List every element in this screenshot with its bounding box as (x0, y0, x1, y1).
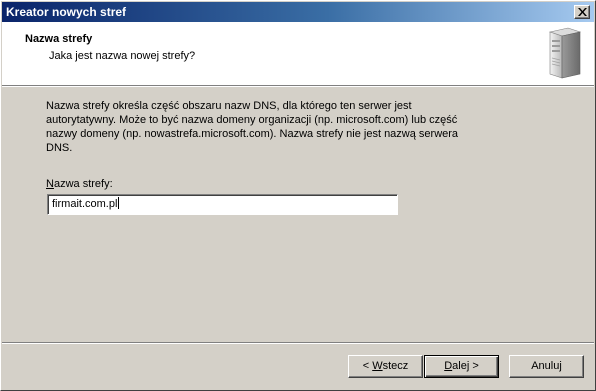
description-line: autorytatywny. Może to być nazwa domeny … (46, 114, 458, 126)
cancel-button[interactable]: Anuluj (509, 355, 584, 378)
back-prefix: < (362, 360, 373, 372)
description-line: nazwy domeny (np. nowastrefa.microsoft.c… (46, 128, 459, 140)
back-label: stecz (382, 360, 409, 372)
next-label: alej > (452, 360, 479, 372)
close-icon (578, 8, 587, 16)
server-tower-icon (548, 27, 582, 79)
footer-divider (2, 342, 594, 344)
back-accelerator: W (372, 360, 383, 372)
description-line: Nazwa strefy określa część obszaru nazw … (46, 100, 412, 112)
page-subtitle: Jaka jest nazwa nowej strefy? (49, 50, 196, 62)
wizard-header: Nazwa strefy Jaka jest nazwa nowej stref… (2, 22, 594, 85)
close-button[interactable] (574, 5, 590, 19)
zone-label-accelerator: N (46, 178, 54, 190)
text-caret (118, 197, 120, 209)
zone-description: Nazwa strefy określa część obszaru nazw … (46, 99, 486, 155)
window-title: Kreator nowych stref (6, 5, 127, 19)
zone-name-label: Nazwa strefy: (46, 178, 113, 190)
description-line: DNS. (46, 142, 73, 154)
wizard-window: Kreator nowych stref Nazwa strefy Jaka j… (0, 0, 596, 391)
page-title: Nazwa strefy (25, 33, 93, 45)
title-bar[interactable]: Kreator nowych stref (2, 2, 594, 22)
header-divider (2, 85, 594, 87)
next-button[interactable]: Dalej > (424, 355, 499, 378)
back-button[interactable]: < Wstecz (348, 355, 423, 378)
next-accelerator: D (444, 360, 453, 372)
zone-name-value: firmait.com.pl (52, 198, 118, 210)
zone-label-text: azwa strefy: (53, 178, 113, 190)
zone-name-input[interactable]: firmait.com.pl (47, 194, 398, 215)
